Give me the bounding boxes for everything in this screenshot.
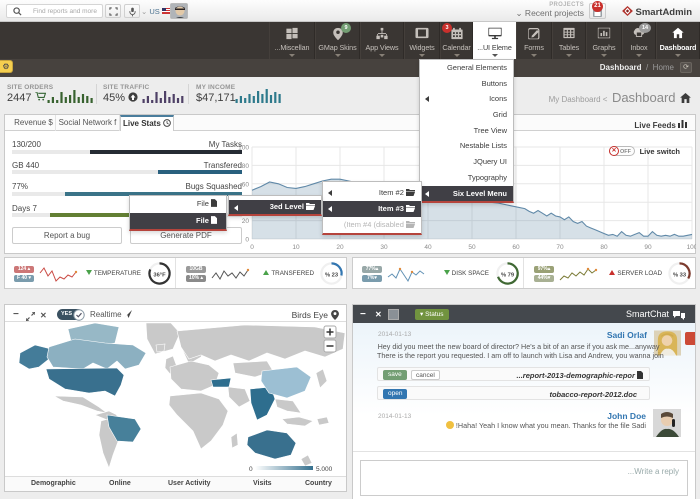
svg-text:50: 50	[468, 244, 476, 251]
svg-text:90: 90	[644, 244, 652, 251]
svg-text:% 33: % 33	[673, 272, 686, 278]
svg-text:100: 100	[238, 145, 249, 152]
svg-text:0: 0	[250, 244, 254, 251]
svg-text:70: 70	[556, 244, 564, 251]
svg-text:30: 30	[380, 244, 388, 251]
svg-text:60: 60	[242, 181, 250, 188]
svg-text:80: 80	[242, 163, 250, 170]
svg-text:40: 40	[424, 244, 432, 251]
svg-text:36°F: 36°F	[153, 272, 166, 278]
svg-text:0: 0	[249, 466, 253, 473]
svg-text:% 23: % 23	[325, 272, 338, 278]
svg-text:60: 60	[512, 244, 520, 251]
svg-text:% 79: % 79	[501, 272, 514, 278]
svg-text:80: 80	[600, 244, 608, 251]
svg-text:100: 100	[687, 244, 696, 251]
svg-text:20: 20	[242, 218, 250, 225]
svg-text:0: 0	[245, 237, 249, 244]
svg-text:20: 20	[336, 244, 344, 251]
svg-text:10: 10	[292, 244, 300, 251]
svg-text:5.000: 5.000	[316, 466, 333, 473]
